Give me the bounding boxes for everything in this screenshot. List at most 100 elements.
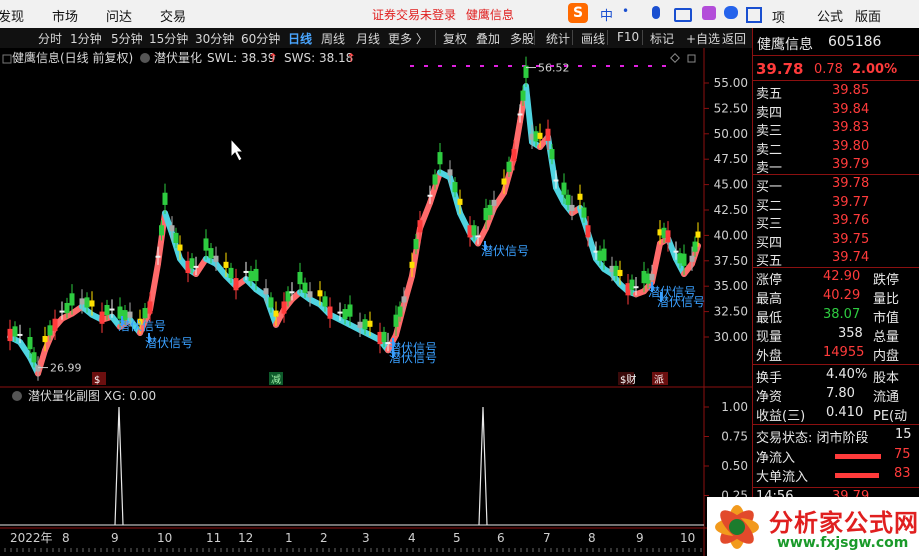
skin-icon[interactable] <box>702 6 716 20</box>
y-tick-label: 40.00 <box>714 228 748 242</box>
candle-body <box>367 320 373 327</box>
sws-value: SWS: 38.18 <box>284 51 353 65</box>
toolbar-btn-16[interactable]: 标记 <box>650 30 674 47</box>
panel-divider <box>753 267 919 268</box>
indicator-toggle-icon[interactable] <box>140 53 150 63</box>
price-chart[interactable]: 55.00 52.50 50.00 47.50 45.00 42.50 40.00 37.50… <box>0 48 752 556</box>
x-tick-label: 8 <box>62 531 70 545</box>
flow-label: 净流入 <box>756 451 796 466</box>
low-label: 26.99 <box>50 362 82 375</box>
keyboard-icon[interactable] <box>674 8 692 22</box>
ask-price: 39.83 <box>832 120 870 135</box>
candle-body <box>169 225 175 232</box>
toolbar-btn-9[interactable]: 更多 〉 <box>388 30 428 47</box>
toolbar-btn-8[interactable]: 月线 <box>356 30 380 47</box>
candle-body <box>253 268 259 282</box>
top-marker-dash <box>438 65 442 67</box>
toolbar-btn-10[interactable]: 复权 <box>443 30 467 47</box>
stat-label: 现量 <box>756 330 783 345</box>
candle-body <box>273 310 279 317</box>
menu-discover[interactable]: 发现 <box>0 6 24 25</box>
candle-body <box>42 335 48 343</box>
menu-layout[interactable]: 版面 <box>855 6 881 25</box>
y-tick-label: 30.00 <box>714 330 748 344</box>
toolbar-btn-15[interactable]: F10 <box>617 30 639 44</box>
toolbar-separator <box>572 30 573 45</box>
watermark-url: www.fxjsgw.com <box>777 535 909 551</box>
last-price: 39.78 <box>756 60 804 78</box>
x-tick-label: 1 <box>285 531 293 545</box>
candle-body <box>692 241 698 252</box>
toolbar-btn-3[interactable]: 15分钟 <box>149 30 188 47</box>
login-notice[interactable]: 证券交易未登录 健鹰信息 <box>372 6 514 23</box>
menu-trade[interactable]: 交易 <box>160 6 186 25</box>
top-marker-dash <box>480 65 484 67</box>
candle-body <box>487 204 493 216</box>
menu-formula[interactable]: 公式 <box>817 6 843 25</box>
stat-label: 最高 <box>756 292 783 307</box>
toolbar-btn-12[interactable]: 多股 <box>510 30 534 47</box>
candle-body <box>601 248 607 261</box>
toolbar-btn-18[interactable]: 返回 <box>722 30 746 47</box>
candle-body <box>162 192 168 205</box>
candle-body <box>79 298 85 305</box>
event-marker-label: 减 <box>271 374 281 386</box>
candle-body <box>561 182 567 195</box>
panel-divider <box>753 364 919 365</box>
candle-body <box>565 194 571 205</box>
bid-price: 39.75 <box>832 231 870 247</box>
candle-body <box>173 232 179 244</box>
punct-icon[interactable]: • <box>622 4 629 18</box>
toolbar-btn-5[interactable]: 60分钟 <box>241 30 280 47</box>
toolbar-btn-2[interactable]: 5分钟 <box>111 30 143 47</box>
sub-indicator-toggle-icon[interactable] <box>12 391 22 401</box>
toolbar-btn-4[interactable]: 30分钟 <box>195 30 234 47</box>
toolbar-btn-0[interactable]: 分时 <box>38 30 62 47</box>
stat-label-2: 股本 <box>873 371 900 386</box>
toolbar-btn-17[interactable]: +自选 <box>686 30 720 47</box>
indicator-name: 潜伏量化 <box>154 51 202 65</box>
candle-body <box>147 301 153 314</box>
x-tick-label: 2 <box>320 531 328 545</box>
menu-item[interactable]: 项 <box>772 7 785 26</box>
y-tick-label: 52.50 <box>714 101 748 115</box>
toolbar-btn-6[interactable]: 日线 <box>288 30 312 47</box>
toolbar-btn-13[interactable]: 统计 <box>546 30 570 47</box>
y-tick-label: 32.50 <box>714 305 748 319</box>
candle-body <box>452 182 458 193</box>
menu-market[interactable]: 市场 <box>52 6 78 25</box>
candle-body <box>127 311 133 318</box>
flow-value: 83 <box>894 466 911 481</box>
sogou-logo-icon[interactable]: S <box>568 3 588 23</box>
grid-icon[interactable] <box>746 7 762 23</box>
trade-status-tail: 15 <box>895 427 912 442</box>
bid-level-label: 买一 <box>756 180 783 195</box>
toolbar-btn-14[interactable]: 画线 <box>581 30 605 47</box>
y-tick-label: 47.50 <box>714 152 748 166</box>
candle-body <box>243 270 249 273</box>
robot-icon[interactable] <box>724 6 738 19</box>
top-marker-dash <box>648 65 652 67</box>
candle-body <box>569 204 575 212</box>
candle-body <box>585 225 591 238</box>
toolbar-btn-1[interactable]: 1分钟 <box>70 30 102 47</box>
candle-body <box>409 261 415 268</box>
toolbar-btn-11[interactable]: 叠加 <box>476 30 500 47</box>
candle-body <box>307 291 313 298</box>
candle-body <box>537 132 543 139</box>
flow-value: 75 <box>894 447 911 462</box>
ime-mode-label[interactable]: 中 <box>600 5 613 24</box>
candle-body <box>665 230 671 243</box>
candle-body <box>501 178 507 185</box>
toolbar-btn-7[interactable]: 周线 <box>321 30 345 47</box>
stat-label-2: 市值 <box>873 311 900 326</box>
price-change: 0.78 <box>814 62 843 77</box>
login-notice-text: 证券交易未登录 <box>372 8 457 22</box>
candle-body <box>193 265 199 268</box>
candle-body <box>99 311 105 324</box>
microphone-icon[interactable] <box>652 6 660 19</box>
candle-body <box>629 279 635 290</box>
menu-ask[interactable]: 问达 <box>106 6 132 25</box>
candle-body <box>511 149 517 162</box>
candle-body <box>59 310 65 313</box>
